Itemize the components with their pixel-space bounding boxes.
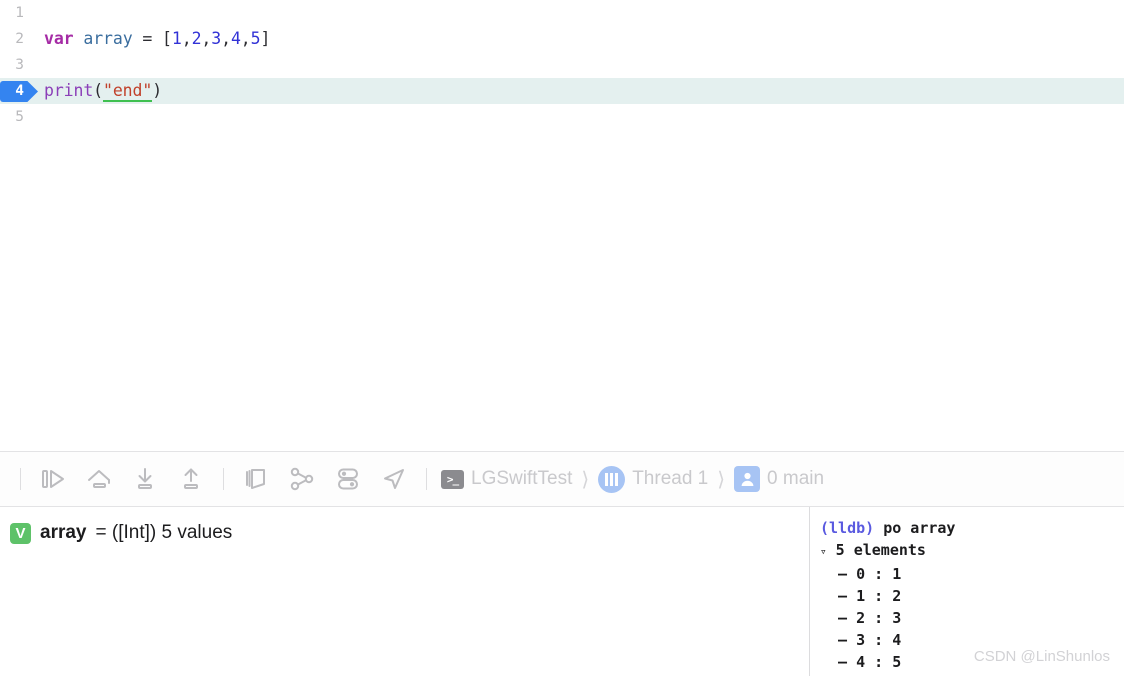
line-number-4[interactable]: 4	[0, 78, 32, 104]
code-text-1[interactable]	[32, 0, 44, 26]
code-text-5[interactable]	[32, 104, 44, 130]
view-hierarchy-icon	[246, 469, 265, 489]
disclosure-triangle-icon: ▿	[820, 545, 827, 558]
code-lines[interactable]: 1 2 var array = [1,2,3,4,5] 3 4 print("end") 5	[0, 0, 1124, 130]
console-entry-text: — 4 : 5	[820, 653, 902, 671]
line-number-2[interactable]: 2	[0, 26, 32, 52]
step-over-icon	[88, 470, 110, 488]
location-arrow-icon	[384, 469, 404, 489]
token-num: 2	[191, 29, 202, 48]
step-into-button[interactable]	[123, 460, 167, 498]
variables-view[interactable]: V array = ([Int]) 5 values	[0, 507, 810, 676]
debug-settings-button[interactable]	[326, 460, 370, 498]
toolbar-divider-3	[426, 468, 427, 490]
console-entry-text: — 1 : 2	[820, 587, 902, 605]
step-out-button[interactable]	[169, 460, 213, 498]
step-over-button[interactable]	[77, 460, 121, 498]
token-fn: print	[44, 81, 94, 100]
token-num: 1	[171, 29, 182, 48]
console-entry-text: — 3 : 4	[820, 631, 902, 649]
toolbar-divider-2	[223, 468, 224, 490]
xcode-debug-window: 1 2 var array = [1,2,3,4,5] 3 4 print("end") 5	[0, 0, 1124, 676]
debug-area: V array = ([Int]) 5 values (lldb) po arr…	[0, 507, 1124, 676]
console-command-line[interactable]: (lldb) po array	[820, 517, 1124, 539]
line-number-3[interactable]: 3	[0, 52, 32, 78]
lldb-prompt: (lldb)	[820, 519, 875, 537]
token-punc: ]	[260, 29, 271, 48]
token-punc: (	[93, 81, 104, 100]
console-array-entry: — 1 : 2	[820, 585, 1124, 607]
code-line-3[interactable]: 3	[0, 52, 1124, 78]
console-entry-text: — 0 : 1	[820, 565, 902, 583]
memory-graph-icon	[290, 467, 314, 491]
code-text-2[interactable]: var array = [1,2,3,4,5]	[32, 26, 270, 52]
simulate-location-button[interactable]	[372, 460, 416, 498]
variable-row-array[interactable]: V array = ([Int]) 5 values	[10, 521, 809, 545]
terminal-icon: >_	[441, 469, 464, 489]
token-punc	[74, 29, 84, 48]
breadcrumb-frame[interactable]: 0 main	[767, 468, 824, 490]
step-into-icon	[138, 468, 152, 489]
variable-badge-icon: V	[10, 522, 31, 544]
line-number-5[interactable]: 5	[0, 104, 32, 130]
continue-icon	[42, 470, 64, 488]
chevron-right-icon-1: ⟩	[581, 467, 590, 491]
variable-detail: = ([Int]) 5 values	[95, 522, 233, 543]
breadcrumb-thread[interactable]: Thread 1	[632, 468, 708, 490]
continue-button[interactable]	[31, 460, 75, 498]
console-header-text: 5 elements	[826, 541, 926, 559]
person-glyph	[741, 472, 753, 486]
token-punc: )	[152, 81, 163, 100]
console-array-entry: — 2 : 3	[820, 607, 1124, 629]
toggles-icon	[338, 468, 358, 490]
step-out-icon	[184, 468, 198, 489]
code-text-4[interactable]: print("end")	[32, 78, 162, 104]
source-editor[interactable]: 1 2 var array = [1,2,3,4,5] 3 4 print("end") 5	[0, 0, 1124, 451]
token-punc: ,	[221, 29, 231, 48]
console-command: po array	[883, 519, 956, 537]
token-var: array	[83, 29, 133, 48]
code-line-4[interactable]: 4 print("end")	[0, 78, 1124, 104]
breadcrumb-process[interactable]: LGSwiftTest	[471, 468, 572, 490]
console-output[interactable]: (lldb) po array ▿ 5 elements — 0 : 1 — 1 …	[810, 507, 1124, 676]
token-str: "end"	[103, 81, 153, 102]
token-num: 5	[250, 29, 261, 48]
variable-name: array	[40, 522, 87, 543]
breadcrumb: >_ LGSwiftTest ⟩ Thread 1 ⟩ 0 main	[441, 465, 824, 493]
console-result-header: ▿ 5 elements	[820, 539, 1124, 563]
code-text-3[interactable]	[32, 52, 44, 78]
token-kw: var	[44, 29, 74, 48]
token-punc: = [	[132, 29, 172, 48]
chevron-right-icon-2: ⟩	[717, 467, 726, 491]
token-punc: ,	[181, 29, 192, 48]
code-line-2[interactable]: 2 var array = [1,2,3,4,5]	[0, 26, 1124, 52]
console-entry-text: — 2 : 3	[820, 609, 902, 627]
toolbar-divider-1	[20, 468, 21, 490]
console-array-entry: — 0 : 1	[820, 563, 1124, 585]
code-line-1[interactable]: 1	[0, 0, 1124, 26]
thread-icon	[598, 465, 626, 493]
person-icon	[734, 466, 761, 492]
console-space	[874, 519, 883, 537]
token-punc: ,	[201, 29, 212, 48]
token-num: 3	[211, 29, 222, 48]
line-number-1[interactable]: 1	[0, 0, 32, 26]
code-line-5[interactable]: 5	[0, 104, 1124, 130]
debug-toolbar: >_ LGSwiftTest ⟩ Thread 1 ⟩ 0 main	[0, 451, 1124, 507]
view-hierarchy-button[interactable]	[234, 460, 278, 498]
token-num: 4	[230, 29, 241, 48]
memory-graph-button[interactable]	[280, 460, 324, 498]
token-punc: ,	[240, 29, 251, 48]
watermark: CSDN @LinShunlos	[973, 648, 1110, 665]
